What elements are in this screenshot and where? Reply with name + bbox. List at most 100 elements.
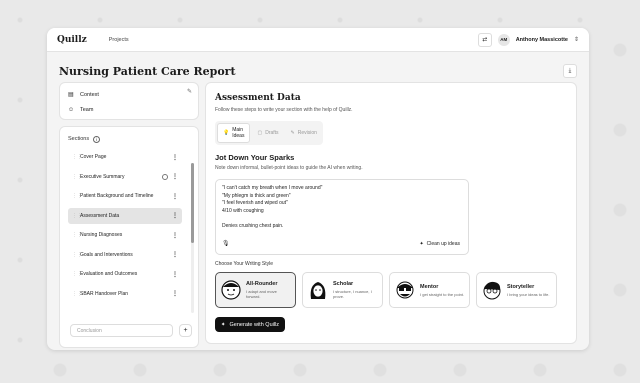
app-window: Quillz Projects ⇄ AM Anthony Massicotte … (47, 28, 589, 350)
drag-handle-icon[interactable]: ⋮⋮ (72, 174, 82, 180)
more-vertical-icon[interactable]: ⋮ (172, 271, 178, 278)
drag-handle-icon[interactable]: ⋮⋮ (72, 154, 82, 160)
style-mentor[interactable]: Mentor I get straight to the point. (389, 272, 470, 308)
microphone-icon[interactable]: 🎙 (222, 241, 230, 249)
section-label: Executive Summary (80, 173, 125, 180)
context-item[interactable]: ▤ Context (68, 87, 190, 102)
main-panel: Assessment Data Follow these steps to wr… (205, 82, 577, 344)
more-vertical-icon[interactable]: ⋮ (172, 154, 178, 161)
section-item-assessment-data[interactable]: ⋮⋮ Assessment Data ⋮ (68, 207, 182, 224)
drag-handle-icon[interactable]: ⋮⋮ (72, 271, 82, 277)
generate-button[interactable]: ✦ Generate with Quillz (215, 317, 285, 332)
section-item-cover-page[interactable]: ⋮⋮ Cover Page ⋮ (68, 149, 182, 165)
section-label: Patient Background and Timeline (80, 193, 154, 199)
users-icon: ☺ (68, 106, 75, 113)
sparks-subtitle: Note down informal, bullet-point ideas t… (215, 165, 363, 171)
sections-header: Sections i (68, 133, 190, 145)
more-vertical-icon[interactable]: ⋮ (172, 251, 178, 258)
tab-label: Main Ideas (232, 127, 245, 139)
clean-up-label: Clean up ideas (426, 240, 460, 247)
document-icon: ▤ (68, 92, 74, 98)
page-title: Nursing Patient Care Report (59, 64, 236, 78)
style-name: Scholar (333, 281, 354, 287)
add-section-button[interactable]: + (179, 324, 192, 337)
chevron-updown-icon[interactable]: ⇕ (574, 36, 579, 43)
style-name: Storyteller (507, 283, 535, 290)
sections-title: Sections (68, 136, 90, 142)
translate-icon[interactable]: ⇄ (477, 32, 492, 47)
sections-panel: Sections i ⋮⋮ Cover Page ⋮ ⋮⋮ Executive … (59, 126, 199, 348)
section-label: Nursing Diagnoses (80, 232, 123, 238)
sparks-title: Jot Down Your Sparks (215, 153, 295, 162)
scrollbar[interactable] (191, 163, 194, 313)
storyteller-avatar-icon (483, 281, 501, 300)
logo: Quillz (57, 34, 87, 45)
ideas-textarea[interactable]: "I can't catch my breath when I move aro… (215, 179, 469, 255)
more-vertical-icon[interactable]: ⋮ (172, 193, 178, 200)
drag-handle-icon[interactable]: ⋮⋮ (72, 232, 82, 238)
more-vertical-icon[interactable]: ⋮ (172, 173, 178, 180)
top-bar: Quillz Projects ⇄ AM Anthony Massicotte … (47, 28, 589, 52)
section-item-patient-background[interactable]: ⋮⋮ Patient Background and Timeline ⋮ (68, 188, 182, 204)
style-name: Mentor (420, 283, 439, 290)
nav-projects-link[interactable]: Projects (109, 37, 129, 43)
download-icon[interactable]: ⤓ (563, 64, 577, 78)
idea-line: "I can't catch my breath when I move aro… (222, 185, 323, 191)
idea-line: Denies crushing chest pain. (222, 222, 284, 229)
style-desc: I get straight to the point. (420, 291, 465, 297)
tab-bar: 💡 Main Ideas ▢ Drafts ✎ Revision (215, 121, 323, 145)
tab-label: Revision (297, 130, 317, 136)
all-rounder-avatar-icon (221, 280, 241, 300)
section-subtitle: Follow these steps to write your section… (215, 107, 353, 113)
section-label: SBAR Handover Plan (80, 290, 129, 297)
style-all-rounder[interactable]: All-Rounder I adapt and move forward. (215, 272, 296, 308)
idea-line: "I feel feverish and wiped out" (222, 200, 288, 206)
drag-handle-icon[interactable]: ⋮⋮ (72, 291, 82, 297)
sparkle-icon: ✦ (419, 240, 424, 247)
title-row: Nursing Patient Care Report ⤓ (47, 52, 589, 80)
status-circle-icon (162, 173, 168, 180)
clean-up-ideas-button[interactable]: ✦ Clean up ideas (419, 241, 460, 249)
add-section-row: Conclusion + (70, 324, 192, 337)
scholar-avatar-icon (310, 282, 326, 299)
avatar[interactable]: AM (497, 33, 510, 46)
generate-label: Generate with Quillz (229, 321, 280, 328)
more-vertical-icon[interactable]: ⋮ (172, 232, 178, 239)
team-label: Team (80, 106, 94, 113)
left-column: ▤ Context ☺ Team ✎ Sections i ⋮⋮ Cover P… (59, 82, 199, 348)
drag-handle-icon[interactable]: ⋮⋮ (72, 193, 82, 199)
tab-drafts[interactable]: ▢ Drafts (252, 123, 283, 143)
drag-handle-icon[interactable]: ⋮⋮ (72, 213, 82, 219)
section-item-goals[interactable]: ⋮⋮ Goals and Interventions ⋮ (68, 247, 182, 263)
style-storyteller[interactable]: Storyteller I bring your ideas to life. (476, 272, 557, 308)
pin-icon[interactable]: ✎ (187, 88, 192, 95)
tab-main-ideas[interactable]: 💡 Main Ideas (217, 123, 251, 143)
section-item-executive-summary[interactable]: ⋮⋮ Executive Summary ⋮ (68, 169, 182, 185)
style-name: All-Rounder (246, 281, 278, 287)
section-item-sbar[interactable]: ⋮⋮ SBAR Handover Plan ⋮ (68, 286, 182, 302)
info-icon[interactable]: i (93, 135, 101, 143)
section-item-evaluation[interactable]: ⋮⋮ Evaluation and Outcomes ⋮ (68, 266, 182, 282)
sparkle-icon: ✦ (220, 321, 226, 328)
idea-line: 4/10 with coughing (222, 207, 264, 214)
draft-icon: ▢ (257, 130, 263, 136)
section-item-nursing-diagnoses[interactable]: ⋮⋮ Nursing Diagnoses ⋮ (68, 227, 182, 243)
tab-revision[interactable]: ✎ Revision (286, 123, 322, 143)
style-scholar[interactable]: Scholar I structure, I nuance, I prove. (302, 272, 383, 308)
new-section-input[interactable]: Conclusion (70, 324, 173, 337)
writing-style-label: Choose Your Writing Style (215, 261, 273, 267)
more-vertical-icon[interactable]: ⋮ (172, 212, 178, 219)
lightbulb-icon: 💡 (223, 130, 230, 136)
team-item[interactable]: ☺ Team (68, 102, 190, 117)
idea-line: "My phlegm is thick and green" (222, 192, 291, 199)
pencil-icon: ✎ (290, 130, 295, 136)
scrollbar-thumb[interactable] (191, 163, 194, 243)
style-desc: I adapt and move forward. (246, 289, 277, 299)
context-label: Context (80, 91, 99, 98)
style-desc: I structure, I nuance, I prove. (333, 289, 372, 299)
topbar-right: ⇄ AM Anthony Massicotte ⇕ (477, 32, 579, 47)
user-name[interactable]: Anthony Massicotte (516, 37, 568, 43)
drag-handle-icon[interactable]: ⋮⋮ (72, 252, 82, 258)
more-vertical-icon[interactable]: ⋮ (172, 290, 178, 297)
